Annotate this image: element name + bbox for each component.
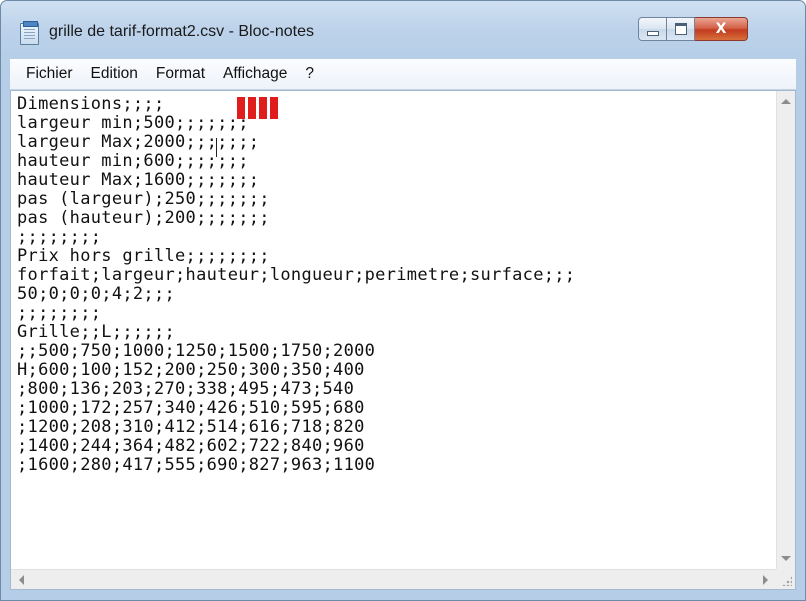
highlight-mark — [270, 97, 278, 119]
scroll-up-icon[interactable] — [781, 99, 791, 104]
vertical-scrollbar[interactable] — [776, 91, 795, 569]
text-line: hauteur Max;1600;;;;;;; — [17, 170, 260, 190]
maximize-button[interactable] — [667, 17, 695, 41]
menu-bar: Fichier Edition Format Affichage ? — [10, 59, 796, 90]
menu-affichage[interactable]: Affichage — [215, 62, 295, 86]
text-line: Dimensions;;;; — [17, 94, 165, 114]
text-editor[interactable]: Dimensions;;;; largeur min;500;;;;;;; la… — [10, 90, 796, 590]
close-button[interactable]: X — [695, 17, 748, 41]
text-line: ;1400;244;364;482;602;722;840;960 — [17, 436, 365, 456]
highlight-mark — [237, 97, 245, 119]
text-line: ;;;;;;;; — [17, 227, 102, 247]
highlight-marks — [237, 97, 281, 119]
resize-grip-icon[interactable] — [776, 569, 795, 589]
title-bar[interactable]: grille de tarif-format2.csv - Bloc-notes… — [1, 1, 805, 59]
text-line: 50;0;0;0;4;2;;; — [17, 284, 176, 304]
minimize-button[interactable] — [638, 17, 667, 41]
highlight-mark — [259, 97, 267, 119]
text-line: H;600;100;152;200;250;300;350;400 — [17, 360, 365, 380]
text-line: ;;;;;;;; — [17, 303, 102, 323]
scroll-left-icon[interactable] — [19, 575, 24, 585]
maximize-icon — [674, 23, 687, 35]
minimize-icon — [646, 30, 659, 36]
notepad-window: grille de tarif-format2.csv - Bloc-notes… — [0, 0, 806, 601]
menu-format[interactable]: Format — [148, 62, 213, 86]
text-line: ;1200;208;310;412;514;616;718;820 — [17, 417, 365, 437]
text-caret — [216, 138, 217, 157]
text-line: forfait;largeur;hauteur;longueur;perimet… — [17, 265, 576, 285]
caption-buttons: X — [638, 17, 796, 41]
text-line: pas (hauteur);200;;;;;;; — [17, 208, 270, 228]
menu-help[interactable]: ? — [297, 62, 322, 86]
text-line: hauteur min;600;;;;;;; — [17, 151, 249, 171]
text-line: pas (largeur);250;;;;;;; — [17, 189, 270, 209]
text-line: ;1000;172;257;340;426;510;595;680 — [17, 398, 365, 418]
text-content[interactable]: Dimensions;;;; largeur min;500;;;;;;; la… — [11, 91, 776, 569]
scroll-right-icon[interactable] — [763, 575, 768, 585]
menu-edition[interactable]: Edition — [83, 62, 146, 86]
scroll-down-icon[interactable] — [781, 556, 791, 561]
text-line: ;800;136;203;270;338;495;473;540 — [17, 379, 355, 399]
horizontal-scrollbar[interactable] — [11, 569, 776, 589]
menu-fichier[interactable]: Fichier — [18, 62, 81, 86]
text-line: largeur min;500;;;;;;; — [17, 113, 249, 133]
text-line: Grille;;L;;;;;; — [17, 322, 176, 342]
close-icon: X — [715, 21, 727, 37]
text-line: largeur Max;2000;;;;;;; — [17, 132, 260, 152]
notepad-icon[interactable] — [20, 21, 39, 45]
highlight-mark — [248, 97, 256, 119]
text-line: Prix hors grille;;;;;;;; — [17, 246, 270, 266]
text-line: ;1600;280;417;555;690;827;963;1100 — [17, 455, 376, 475]
text-line: ;;500;750;1000;1250;1500;1750;2000 — [17, 341, 376, 361]
window-title: grille de tarif-format2.csv - Bloc-notes — [49, 23, 314, 40]
